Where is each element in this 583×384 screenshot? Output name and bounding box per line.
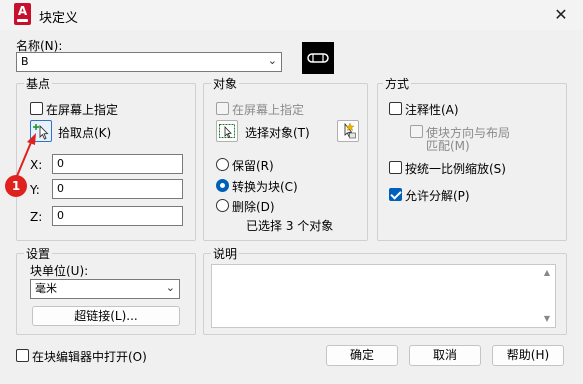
description-textarea[interactable] xyxy=(211,264,556,328)
delete-label: 删除(D) xyxy=(232,200,275,214)
pick-point-label: 拾取点(K) xyxy=(58,126,112,140)
annotative-checkbox[interactable] xyxy=(389,102,402,115)
base-point-title: 基点 xyxy=(24,75,53,92)
selected-count-text: 已选择 3 个对象 xyxy=(246,219,334,233)
match-orientation-label-line2: 匹配(M) xyxy=(426,139,470,153)
select-objects-button[interactable] xyxy=(216,120,238,142)
annotative-label: 注释性(A) xyxy=(405,103,459,117)
scale-uniformly-label: 按统一比例缩放(S) xyxy=(405,162,506,176)
block-unit-value: 毫米 xyxy=(35,282,57,295)
block-preview xyxy=(302,42,334,74)
delete-radio[interactable] xyxy=(216,199,229,212)
description-title: 说明 xyxy=(211,245,240,262)
name-combobox[interactable]: B ⌄ xyxy=(16,52,282,72)
y-input[interactable]: 0 xyxy=(52,179,183,199)
base-specify-on-screen-label: 在屏幕上指定 xyxy=(46,103,119,117)
chevron-down-icon[interactable]: ⌄ xyxy=(166,281,175,295)
app-icon-letter: A xyxy=(17,4,28,18)
block-unit-label: 块单位(U): xyxy=(30,264,89,278)
x-input[interactable]: 0 xyxy=(52,154,183,174)
objects-specify-on-screen-checkbox[interactable] xyxy=(216,102,229,115)
retain-label: 保留(R) xyxy=(232,159,274,173)
objects-title: 对象 xyxy=(211,75,240,92)
open-in-editor-label: 在块编辑器中打开(O) xyxy=(32,350,147,364)
scale-uniformly-checkbox[interactable] xyxy=(389,161,402,174)
quick-select-button[interactable] xyxy=(337,120,359,142)
retain-radio[interactable] xyxy=(216,158,229,171)
title-bar xyxy=(0,0,583,30)
help-button[interactable]: 帮助(H) xyxy=(492,345,564,366)
block-unit-select[interactable]: 毫米 ⌄ xyxy=(30,279,180,299)
select-objects-label: 选择对象(T) xyxy=(245,126,310,140)
convert-to-block-label: 转换为块(C) xyxy=(232,180,298,194)
close-icon[interactable]: ✕ xyxy=(546,2,576,28)
chevron-down-icon[interactable]: ⌄ xyxy=(268,54,277,68)
autocad-app-icon: A xyxy=(14,3,31,25)
open-in-editor-checkbox[interactable] xyxy=(16,349,29,362)
window-title: 块定义 xyxy=(39,11,79,26)
z-label: Z: xyxy=(30,210,43,224)
objects-specify-on-screen-label: 在屏幕上指定 xyxy=(232,103,305,117)
allow-exploding-label: 允许分解(P) xyxy=(405,189,470,203)
quick-select-icon xyxy=(344,122,356,139)
ok-button[interactable]: 确定 xyxy=(326,345,398,366)
convert-to-block-radio[interactable] xyxy=(216,179,229,192)
annotation-arrow-icon xyxy=(16,133,36,177)
select-objects-icon xyxy=(219,124,235,139)
block-preview-icon xyxy=(307,53,329,63)
scroll-up-icon[interactable]: ▲ xyxy=(541,268,553,277)
allow-exploding-checkbox[interactable] xyxy=(389,188,402,201)
behavior-title: 方式 xyxy=(383,75,412,92)
settings-title: 设置 xyxy=(24,245,53,262)
match-orientation-checkbox[interactable] xyxy=(410,125,423,138)
name-value: B xyxy=(21,55,29,68)
y-label: Y: xyxy=(30,183,40,197)
hyperlink-button[interactable]: 超链接(L)... xyxy=(32,306,180,326)
base-specify-on-screen-checkbox[interactable] xyxy=(30,102,43,115)
cancel-button[interactable]: 取消 xyxy=(409,345,481,366)
scroll-down-icon[interactable]: ▼ xyxy=(541,314,553,323)
z-input[interactable]: 0 xyxy=(52,206,183,226)
